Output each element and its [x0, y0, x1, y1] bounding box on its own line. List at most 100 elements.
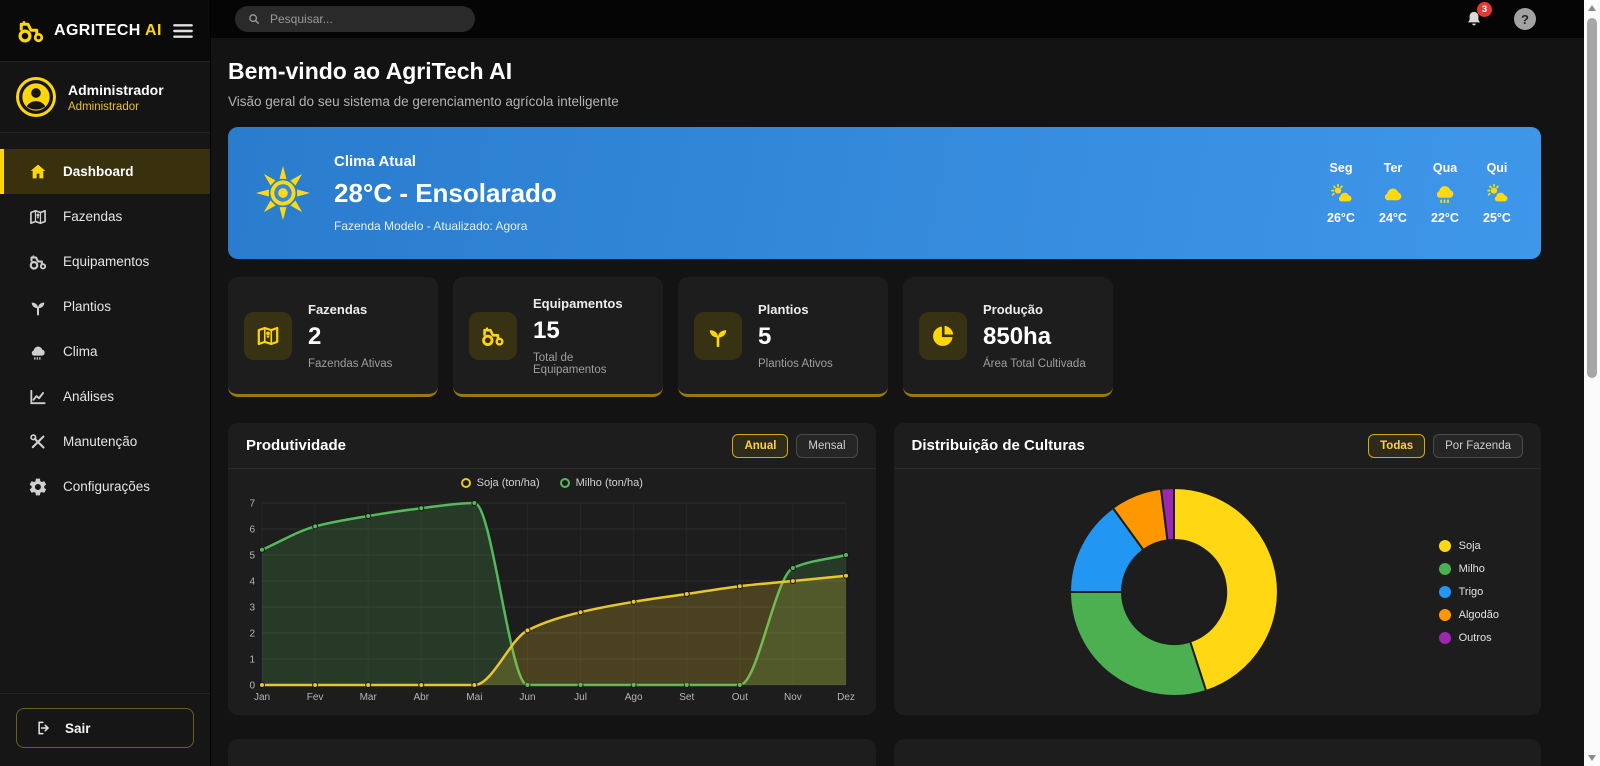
y-tick-label: 2 [249, 629, 255, 640]
sidebar-item-plantios[interactable]: Plantios [0, 284, 210, 329]
pie-icon [919, 311, 967, 360]
charts-row: Produtividade Anual Mensal Soja (ton/ha) … [228, 423, 1541, 715]
y-tick-label: 4 [249, 577, 255, 588]
donut-legend-item[interactable]: Trigo [1438, 586, 1499, 598]
x-tick-label: Nov [784, 692, 802, 703]
sidebar-item-analises[interactable]: Análises [0, 374, 210, 419]
data-point [471, 500, 478, 506]
cultures-button-porfazenda[interactable]: Por Fazenda [1433, 433, 1523, 458]
productivity-title: Produtividade [246, 437, 347, 454]
x-tick-label: Fev [307, 692, 324, 703]
data-point [524, 627, 531, 634]
donut-slice-milho[interactable] [1068, 591, 1207, 697]
notifications-bell-icon[interactable]: 3 [1464, 2, 1492, 29]
y-tick-label: 5 [249, 551, 255, 562]
sidebar-item-configuracoes[interactable]: Configurações [0, 464, 210, 509]
forecast-day-label: Qua [1432, 161, 1458, 175]
page-content: Bem-vindo ao AgriTech AI Visão geral do … [211, 38, 1584, 766]
main-area: 3 ? Bem-vindo ao AgriTech AI Visão geral… [211, 0, 1584, 766]
stat-value: 5 [758, 322, 772, 350]
scrollbar-thumb[interactable] [1587, 18, 1597, 378]
productivity-button-anual[interactable]: Anual [732, 433, 789, 458]
sidebar-item-clima[interactable]: Clima [0, 329, 210, 374]
legend-item[interactable]: Milho (ton/ha) [559, 477, 643, 489]
productivity-chart-area: Soja (ton/ha) Milho (ton/ha) 0 1 2 3 4 5 6 7 Jan… [228, 469, 876, 715]
x-tick-label: Mai [466, 692, 482, 703]
data-point [312, 682, 319, 688]
stat-value: 850ha [983, 322, 1052, 350]
data-point [259, 682, 265, 688]
y-tick-label: 6 [249, 525, 255, 536]
donut-legend-item[interactable]: Soja [1438, 540, 1499, 552]
forecast-day-label: Seg [1329, 161, 1353, 175]
x-tick-label: Jan [254, 692, 270, 703]
sidebar-item-label: Plantios [63, 299, 112, 314]
sidebar-item-label: Equipamentos [63, 254, 150, 269]
x-tick-label: Abr [413, 692, 429, 703]
data-point [843, 552, 849, 558]
stat-title: Fazendas [308, 301, 368, 317]
weather-info: Clima Atual 28°C - Ensolarado Fazenda Mo… [334, 153, 557, 233]
forecast-temp: 24°C [1379, 211, 1407, 225]
farm-map-icon [244, 311, 292, 360]
sidebar-item-dashboard[interactable]: Dashboard [0, 149, 210, 194]
tractor-icon [469, 311, 517, 360]
sidebar-item-label: Análises [63, 389, 115, 404]
help-icon[interactable]: ? [1514, 8, 1536, 30]
home-icon [28, 162, 48, 182]
page-subtitle: Visão geral do seu sistema de gerenciame… [228, 94, 619, 109]
stat-card-equipamentos: Equipamentos 15 Total de Equipamentos [453, 277, 663, 397]
vertical-scrollbar[interactable] [1584, 0, 1600, 766]
stat-subtitle: Fazendas Ativas [308, 357, 393, 370]
x-tick-label: Set [679, 692, 694, 703]
cultures-title: Distribuição de Culturas [911, 437, 1085, 454]
legend-ring-icon [460, 478, 471, 488]
search-bar[interactable] [235, 6, 475, 32]
legend-item[interactable]: Soja (ton/ha) [460, 477, 540, 489]
hamburger-menu-icon[interactable] [170, 18, 196, 44]
cultures-toggle: Todas Por Fazenda [1368, 433, 1523, 458]
stat-card-plantios: Plantios 5 Plantios Ativos [678, 277, 888, 397]
donut-legend-item[interactable]: Algodão [1438, 609, 1499, 621]
legend-dot-icon [1438, 540, 1451, 552]
data-point [630, 598, 637, 605]
x-tick-label: Dez [837, 692, 855, 703]
legend-dot-icon [1438, 586, 1451, 598]
sidebar-item-fazendas[interactable]: Fazendas [0, 194, 210, 239]
x-tick-label: Out [732, 692, 748, 703]
donut-legend-item[interactable]: Outros [1438, 632, 1499, 644]
app-window: AGRITECH AI Administrador Administrador … [0, 0, 1600, 766]
donut-legend: Soja Milho Trigo Algodão Outros [1438, 540, 1499, 644]
legend-label: Algodão [1458, 609, 1499, 621]
legend-label: Milho [1458, 563, 1485, 575]
data-point [577, 609, 584, 616]
tractor-icon [28, 252, 48, 272]
user-role: Administrador [68, 100, 139, 113]
forecast-temp: 26°C [1327, 211, 1355, 225]
sidebar-item-equipamentos[interactable]: Equipamentos [0, 239, 210, 284]
sprout-icon [694, 311, 742, 360]
logout-icon [35, 719, 53, 737]
farm-map-icon [28, 207, 48, 227]
partial-card [893, 739, 1541, 766]
y-tick-label: 0 [249, 681, 255, 692]
sidebar: AGRITECH AI Administrador Administrador … [0, 0, 211, 766]
data-point [418, 505, 425, 512]
logout-button[interactable]: Sair [16, 708, 194, 748]
sidebar-item-manutencao[interactable]: Manutenção [0, 419, 210, 464]
legend-label: Outros [1458, 632, 1492, 644]
scroll-up-arrow[interactable] [1584, 1, 1600, 15]
analytics-icon [28, 387, 48, 407]
cultures-button-todas[interactable]: Todas [1368, 433, 1426, 458]
cloud-icon [1379, 182, 1407, 206]
scroll-down-arrow[interactable] [1584, 751, 1600, 765]
productivity-button-mensal[interactable]: Mensal [796, 433, 858, 458]
productivity-toggle: Anual Mensal [732, 433, 858, 458]
donut-legend-item[interactable]: Milho [1438, 563, 1499, 575]
weather-meta: Fazenda Modelo - Atualizado: Agora [334, 219, 528, 233]
stats-row: Fazendas 2 Fazendas Ativas Equipamentos … [228, 277, 1541, 397]
search-input[interactable] [270, 12, 463, 26]
x-tick-label: Jun [519, 692, 535, 703]
data-point [843, 572, 849, 579]
legend-dot-icon [1438, 563, 1451, 575]
